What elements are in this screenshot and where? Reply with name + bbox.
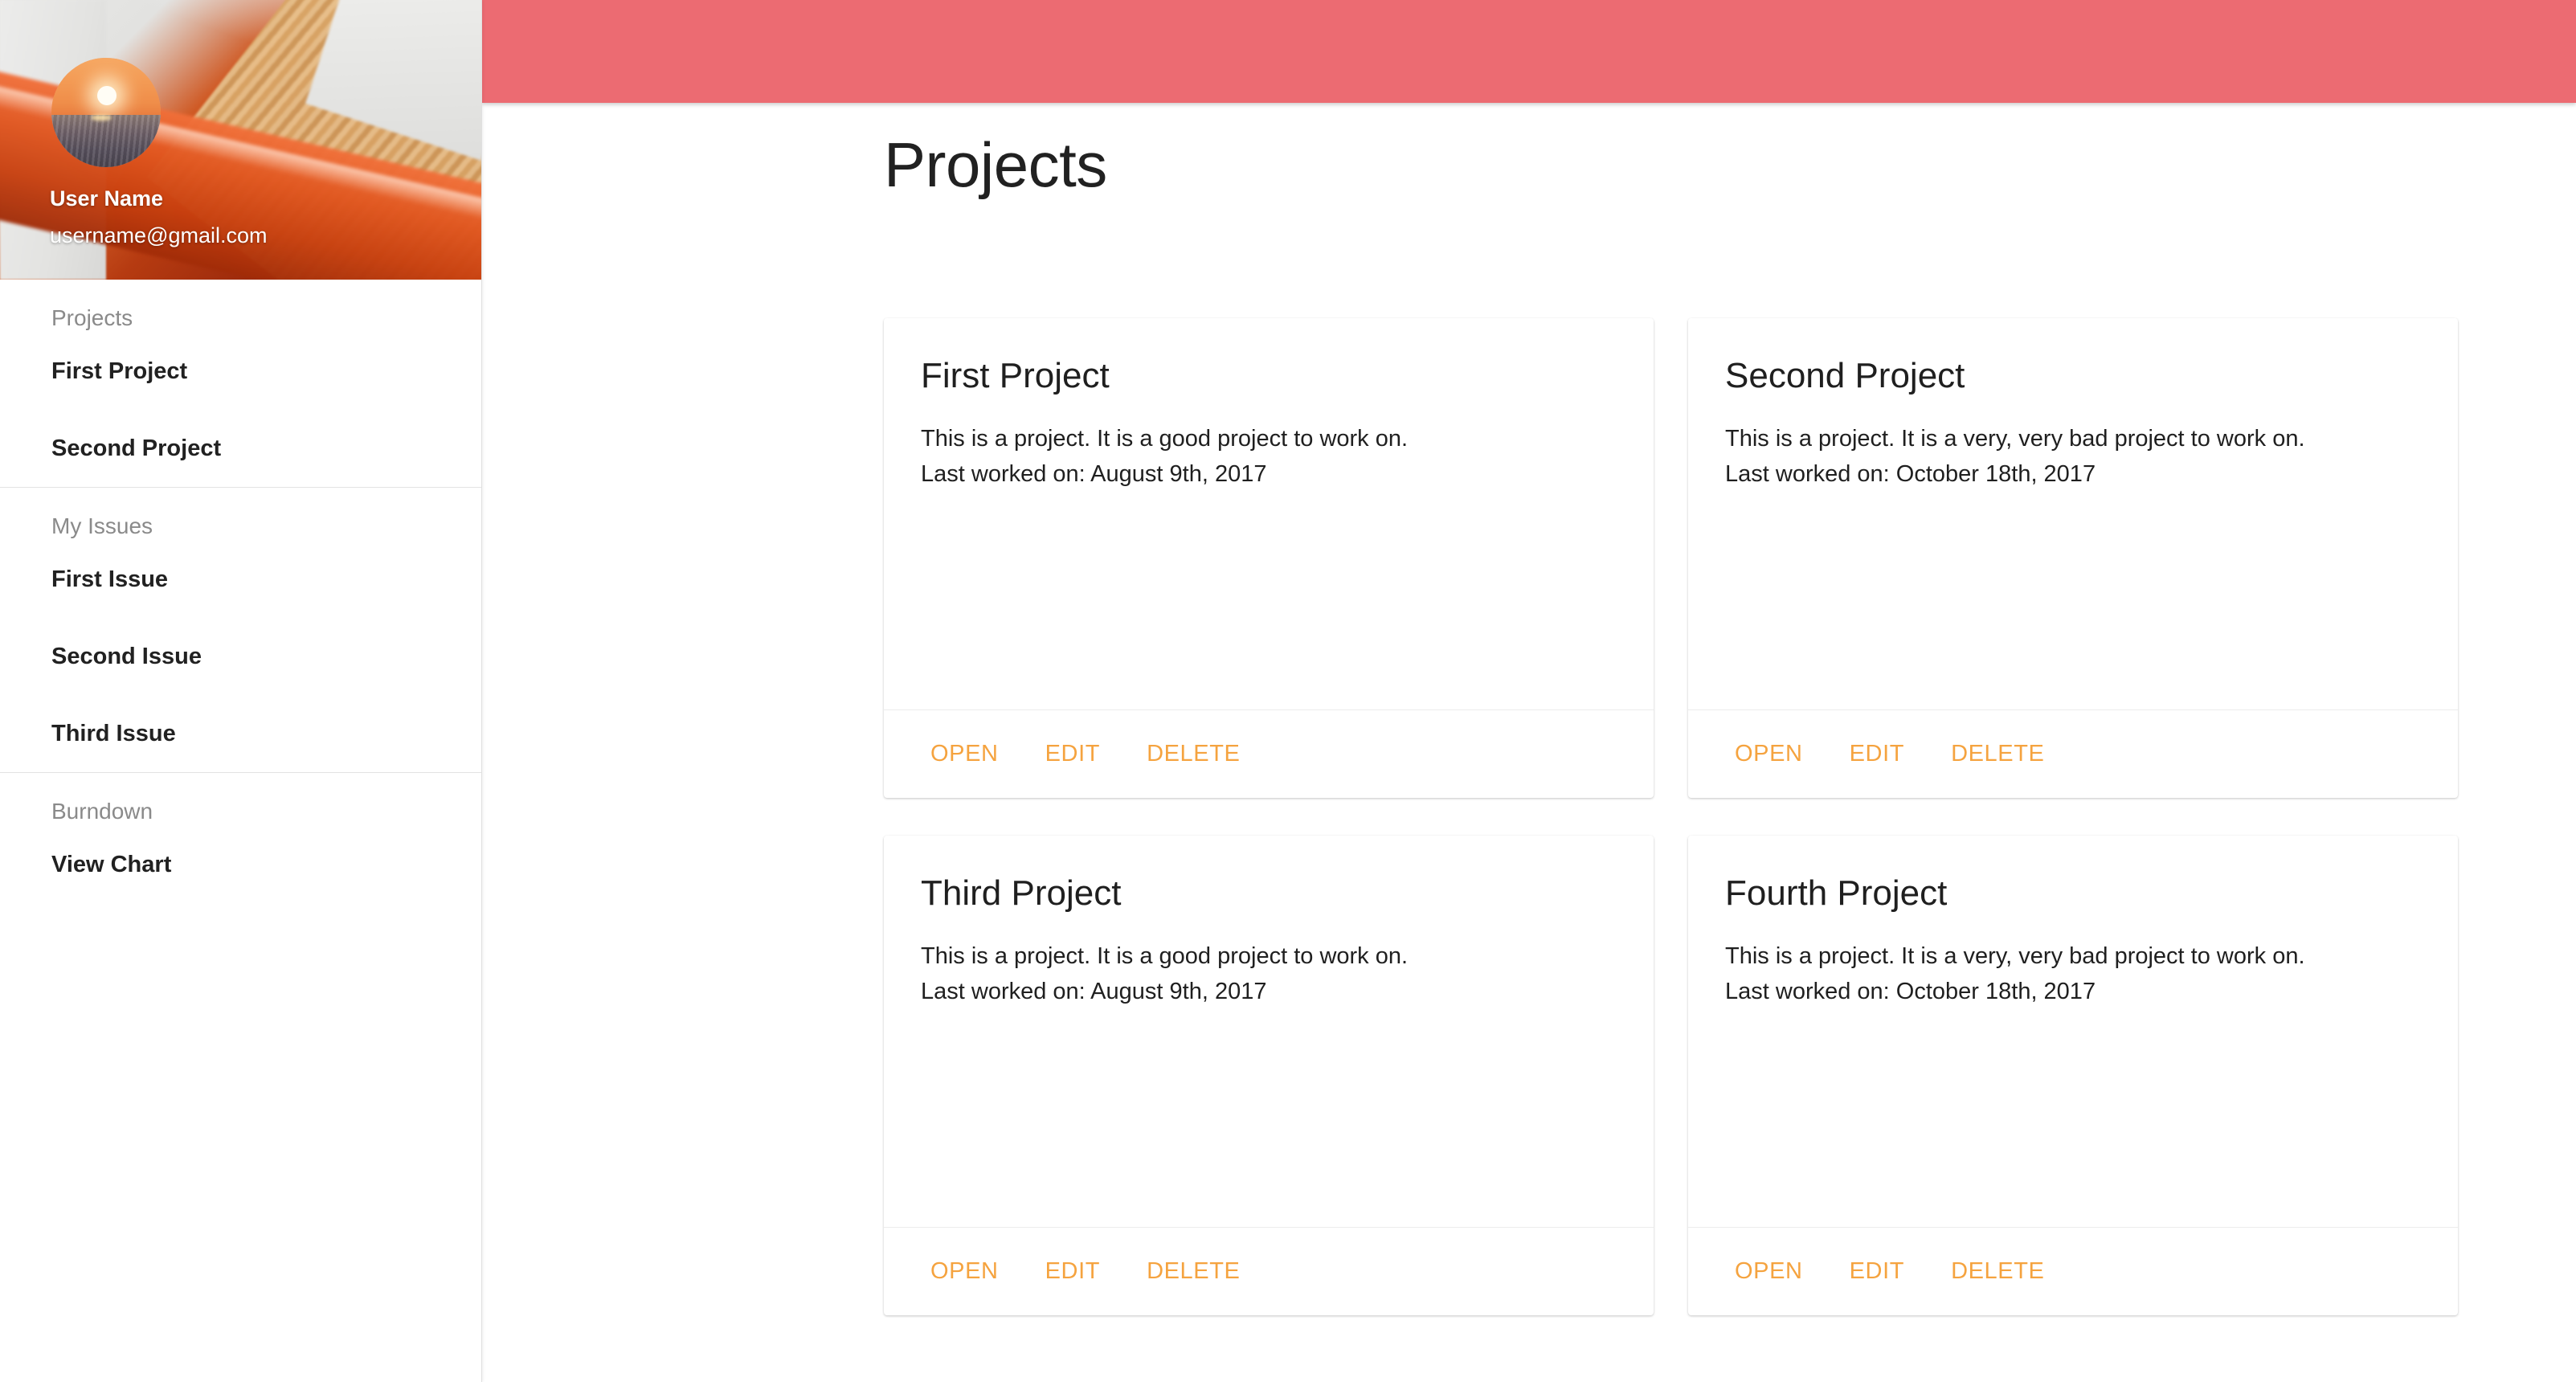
project-card-actions: OPEN EDIT DELETE [1688,709,2458,798]
avatar[interactable] [51,58,161,167]
sidebar-item-label: Third Issue [51,720,176,746]
project-card[interactable]: First Project This is a project. It is a… [884,318,1654,798]
sidebar-item-first-issue[interactable]: First Issue [0,541,481,618]
sidebar-item-second-issue[interactable]: Second Issue [0,618,481,695]
delete-button[interactable]: DELETE [1134,1249,1253,1294]
sidebar-item-view-chart[interactable]: View Chart [0,826,481,903]
project-card-grid: First Project This is a project. It is a… [884,318,2459,1315]
project-card-last-worked: Last worked on: October 18th, 2017 [1725,461,2096,488]
project-card-description: This is a project. It is a good project … [921,943,1409,970]
sidebar-item-label: First Issue [51,566,169,592]
user-name: User Name [50,186,164,211]
avatar-sea [51,114,161,167]
sidebar-item-second-project[interactable]: Second Project [0,410,481,487]
project-card-body: Fourth Project This is a project. It is … [1688,836,2458,1227]
sidebar-item-first-project[interactable]: First Project [0,333,481,410]
project-card-title: Third Project [921,873,1122,913]
project-card[interactable]: Second Project This is a project. It is … [1688,318,2458,798]
project-card[interactable]: Fourth Project This is a project. It is … [1688,836,2458,1315]
project-card-description: This is a project. It is a good project … [921,426,1409,452]
sidebar-item-third-issue[interactable]: Third Issue [0,695,481,772]
project-card-description: This is a project. It is a very, very ba… [1725,426,2305,452]
project-card-last-worked: Last worked on: August 9th, 2017 [921,461,1267,488]
edit-button[interactable]: EDIT [1837,731,1917,777]
sidebar-item-label: Second Issue [51,643,202,669]
project-card-body: Second Project This is a project. It is … [1688,318,2458,709]
user-email: username@gmail.com [50,223,268,247]
project-card-description: This is a project. It is a very, very ba… [1725,943,2305,970]
project-card-last-worked: Last worked on: October 18th, 2017 [1725,979,2096,1005]
project-card-body: First Project This is a project. It is a… [884,318,1654,709]
delete-button[interactable]: DELETE [1938,731,2057,777]
delete-button[interactable]: DELETE [1938,1249,2057,1294]
sidebar-section-burndown: Burndown View Chart [0,773,481,903]
app-root: User Name username@gmail.com Projects Fi… [0,0,2576,1382]
avatar-sun-reflection [90,114,112,121]
project-card-title: Fourth Project [1725,873,1948,913]
sidebar-item-label: View Chart [51,851,172,877]
edit-button[interactable]: EDIT [1837,1249,1917,1294]
project-card[interactable]: Third Project This is a project. It is a… [884,836,1654,1315]
project-card-actions: OPEN EDIT DELETE [884,1227,1654,1315]
project-card-title: First Project [921,356,1110,395]
sidebar-section-title-burndown: Burndown [51,799,153,824]
edit-button[interactable]: EDIT [1032,731,1113,777]
edit-button[interactable]: EDIT [1032,1249,1113,1294]
project-card-actions: OPEN EDIT DELETE [884,709,1654,798]
project-card-body: Third Project This is a project. It is a… [884,836,1654,1227]
sidebar-item-label: First Project [51,358,188,384]
project-card-title: Second Project [1725,356,1965,395]
main-content: Projects First Project This is a project… [482,103,2576,1382]
sidebar-section-my-issues: My Issues First Issue Second Issue Third… [0,488,481,772]
top-app-bar [482,0,2576,103]
project-card-last-worked: Last worked on: August 9th, 2017 [921,979,1267,1005]
page-title: Projects [884,129,1107,200]
sidebar: User Name username@gmail.com Projects Fi… [0,0,482,1382]
delete-button[interactable]: DELETE [1134,731,1253,777]
open-button[interactable]: OPEN [1722,731,1816,777]
open-button[interactable]: OPEN [1722,1249,1816,1294]
project-card-actions: OPEN EDIT DELETE [1688,1227,2458,1315]
sidebar-section-projects: Projects First Project Second Project [0,280,481,487]
sidebar-section-title-my-issues: My Issues [51,513,153,538]
sidebar-user-header: User Name username@gmail.com [0,0,481,280]
sidebar-section-title-projects: Projects [51,305,133,330]
sidebar-item-label: Second Project [51,435,222,461]
open-button[interactable]: OPEN [918,731,1012,777]
open-button[interactable]: OPEN [918,1249,1012,1294]
